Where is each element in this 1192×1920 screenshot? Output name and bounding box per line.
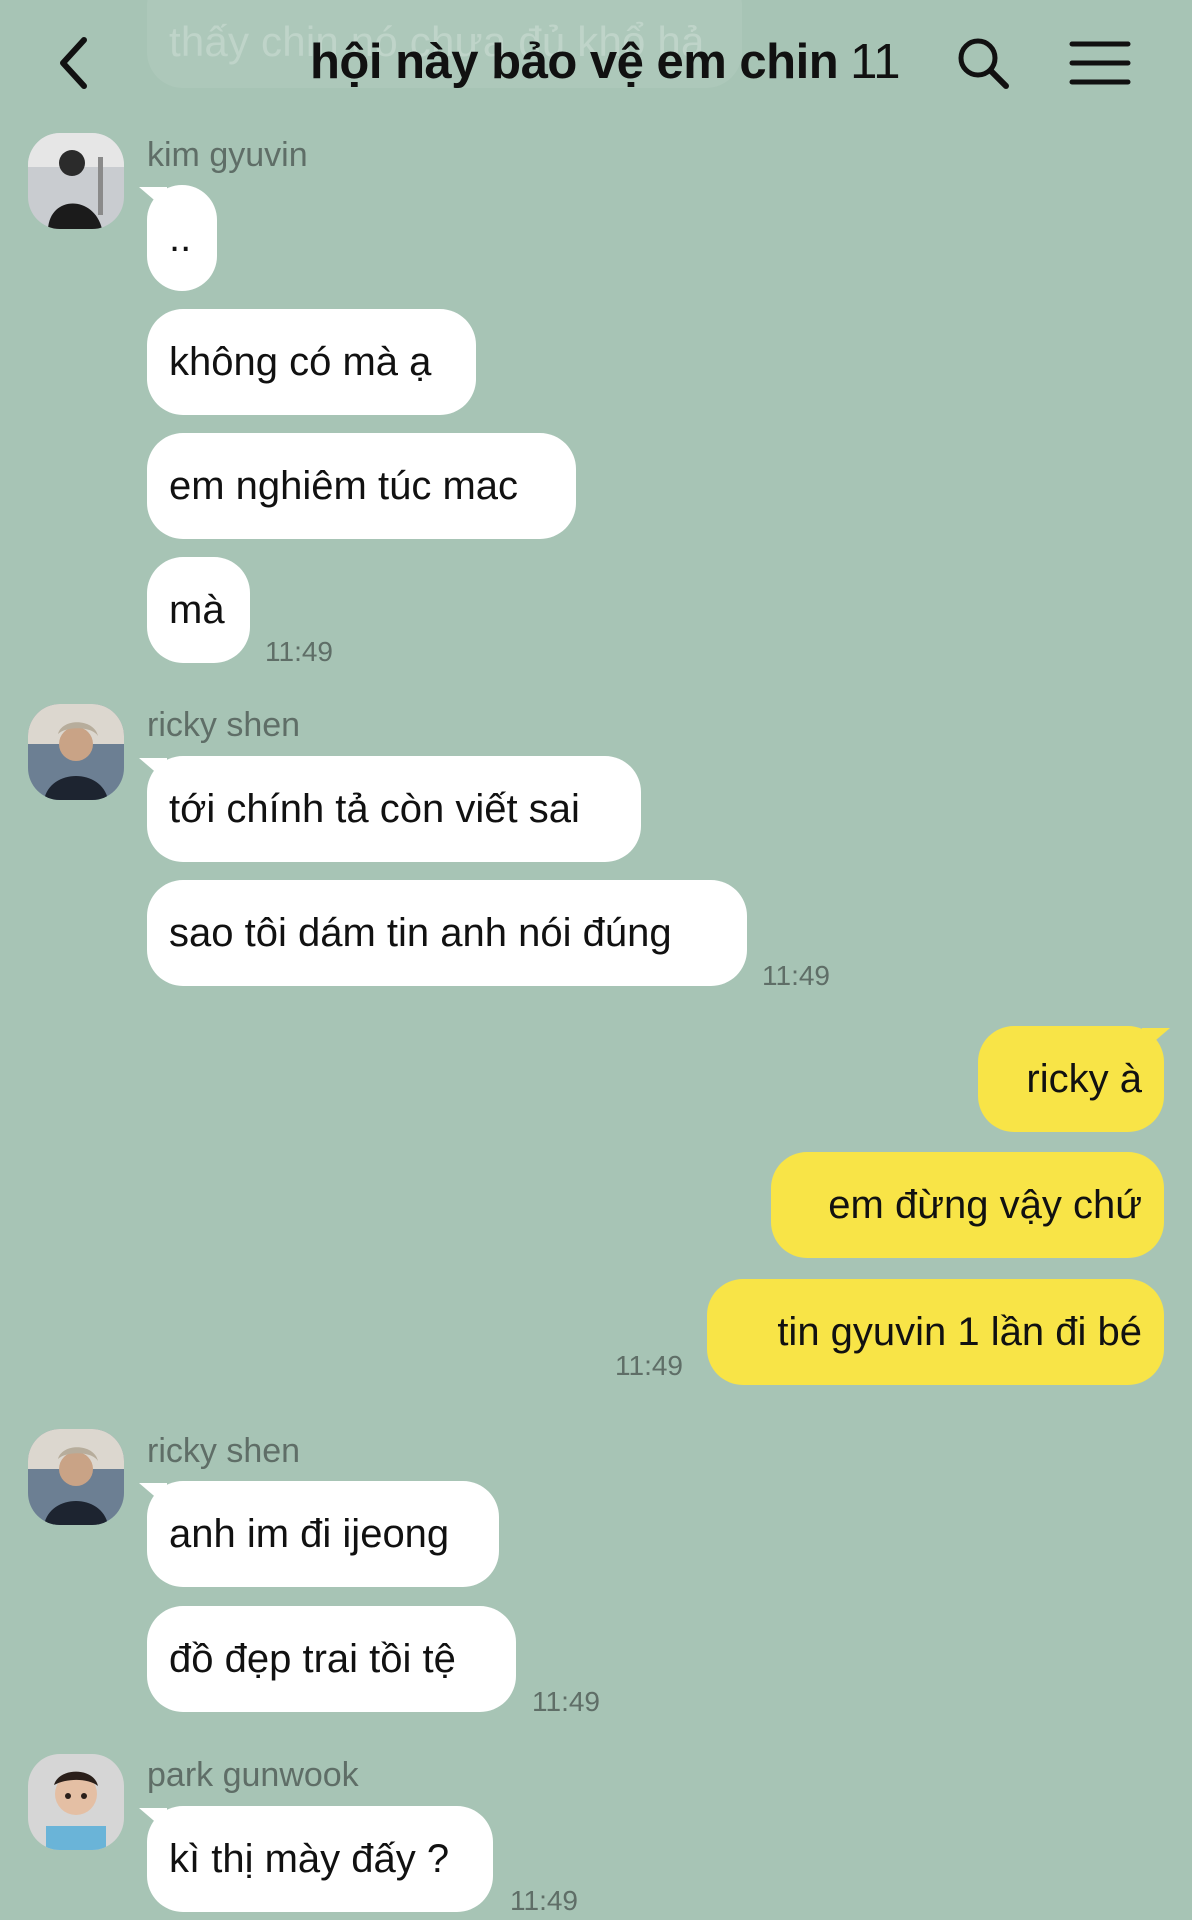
sender-name: ricky shen [147, 706, 301, 744]
avatar-image [28, 1429, 124, 1525]
avatar-kim-gyuvin[interactable] [28, 133, 124, 229]
chat-title: hội này bảo vệ em chin 11 [310, 34, 901, 90]
message-bubble[interactable]: mà [147, 557, 250, 663]
search-icon [958, 38, 1009, 89]
chat-header: thấy chin nó chưa đủ khổ hả hội này bảo … [0, 0, 1192, 130]
menu-icon [1069, 41, 1131, 85]
avatar-ricky-shen[interactable] [28, 704, 124, 800]
avatar-image [28, 1754, 124, 1850]
my-message-bubble[interactable]: ricky à [978, 1026, 1164, 1132]
menu-button[interactable] [1065, 28, 1135, 98]
message-time: 11:49 [615, 1350, 683, 1381]
message-time: 11:49 [510, 1885, 578, 1916]
message-bubble[interactable]: sao tôi dám tin anh nói đúng [147, 880, 747, 986]
message-bubble[interactable]: em nghiêm túc mac [147, 433, 576, 539]
search-button[interactable] [948, 28, 1018, 98]
sender-name: park gunwook [147, 1756, 359, 1794]
message-time: 11:49 [532, 1686, 600, 1717]
avatar-image [28, 133, 124, 229]
message-bubble[interactable]: kì thị mày đấy ? [147, 1806, 493, 1912]
my-message-bubble[interactable]: em đừng vậy chứ [771, 1152, 1164, 1258]
chat-title-text: hội này bảo vệ em chin [310, 35, 839, 89]
sender-name: kim gyuvin [147, 136, 308, 174]
avatar-park-gunwook[interactable] [28, 1754, 124, 1850]
member-count: 11 [850, 35, 901, 89]
message-bubble[interactable]: tới chính tả còn viết sai [147, 756, 641, 862]
message-bubble[interactable]: không có mà ạ [147, 309, 476, 415]
message-bubble[interactable]: anh im đi ijeong [147, 1481, 499, 1587]
my-message-bubble[interactable]: tin gyuvin 1 lần đi bé [707, 1279, 1164, 1385]
avatar-ricky-shen[interactable] [28, 1429, 124, 1525]
back-button[interactable] [40, 28, 110, 98]
back-icon [60, 37, 87, 89]
avatar-image [28, 704, 124, 800]
message-time: 11:49 [762, 960, 830, 991]
message-bubble[interactable]: .. [147, 185, 217, 291]
message-time: 11:49 [265, 636, 333, 667]
sender-name: ricky shen [147, 1432, 301, 1470]
message-bubble[interactable]: đồ đẹp trai tồi tệ [147, 1606, 516, 1712]
